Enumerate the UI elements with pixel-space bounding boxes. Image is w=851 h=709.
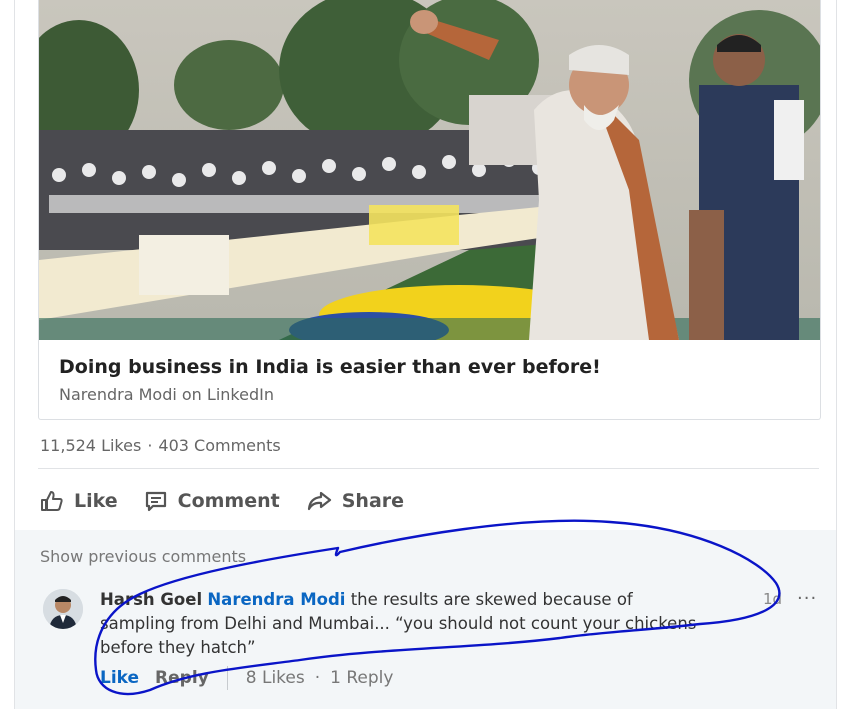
- comment-actions-divider: [226, 666, 228, 690]
- more-dots-icon[interactable]: ···: [797, 588, 817, 609]
- share-label: Share: [341, 490, 405, 512]
- action-bar: Like Comment Share: [40, 484, 430, 518]
- article-source: Narendra Modi on LinkedIn: [59, 385, 274, 404]
- share-arrow-icon: [307, 491, 331, 511]
- like-button[interactable]: Like: [40, 489, 118, 513]
- avatar[interactable]: [43, 589, 83, 629]
- comment-button[interactable]: Comment: [144, 489, 280, 513]
- comments-count[interactable]: 403 Comments: [158, 436, 280, 455]
- comment-label: Comment: [177, 490, 280, 512]
- comments-section: Show previous comments Harsh Goel Narend…: [15, 530, 836, 709]
- comment-text: Harsh Goel Narendra Modi the results are…: [100, 588, 700, 660]
- card-border-right: [836, 0, 837, 709]
- divider: [38, 468, 819, 469]
- article-title[interactable]: Doing business in India is easier than e…: [59, 356, 601, 378]
- shared-article-card[interactable]: Doing business in India is easier than e…: [38, 0, 821, 420]
- comment-timestamp: 1d: [763, 590, 783, 608]
- show-previous-comments-link[interactable]: Show previous comments: [40, 547, 246, 566]
- comment-reply-button[interactable]: Reply: [155, 668, 209, 688]
- comment-actions: Like Reply 8 Likes · 1 Reply: [100, 666, 393, 690]
- share-button[interactable]: Share: [306, 489, 404, 513]
- comment-replies-count[interactable]: 1 Reply: [330, 668, 393, 688]
- like-label: Like: [74, 490, 118, 512]
- comment-meta-separator: ·: [314, 668, 321, 688]
- social-counts: 11,524 Likes · 403 Comments: [40, 436, 281, 455]
- likes-count[interactable]: 11,524 Likes: [40, 436, 141, 455]
- article-photo[interactable]: [39, 0, 820, 340]
- thumbs-up-icon: [41, 491, 63, 511]
- comment-mention[interactable]: Narendra Modi: [207, 590, 345, 609]
- comment-icon: [145, 491, 166, 512]
- comment-like-button[interactable]: Like: [100, 668, 139, 688]
- comment-likes-count[interactable]: 8 Likes: [246, 668, 305, 688]
- counts-separator: ·: [147, 436, 153, 455]
- avatar-image: [43, 589, 83, 629]
- comment-author[interactable]: Harsh Goel: [100, 590, 202, 609]
